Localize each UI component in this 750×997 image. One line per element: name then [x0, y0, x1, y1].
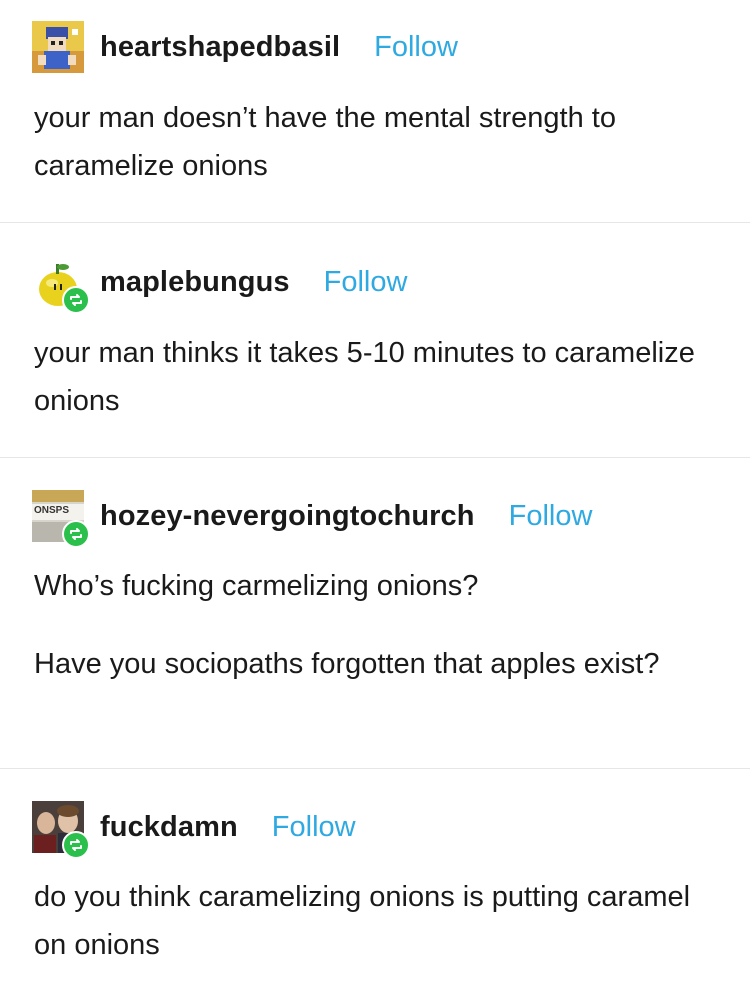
- follow-button[interactable]: Follow: [509, 500, 593, 533]
- post-username[interactable]: fuckdamn: [100, 811, 238, 844]
- post-username[interactable]: maplebungus: [100, 266, 290, 299]
- avatar-sign-text: ONSPS: [34, 505, 70, 516]
- photo-avatar-icon[interactable]: [32, 801, 90, 859]
- follow-button[interactable]: Follow: [374, 31, 458, 64]
- post-header: ONSPS hozey-nevergoingtochurch Follow: [32, 490, 593, 548]
- post-username[interactable]: heartshapedbasil: [100, 31, 340, 64]
- post-text: Who’s fucking carmelizing onions?: [34, 570, 479, 602]
- post-divider: [0, 768, 750, 769]
- post-text: Have you sociopaths forgotten that apple…: [34, 648, 660, 680]
- post-text: your man thinks it takes 5-10 minutes to…: [34, 337, 695, 417]
- sign-photo-avatar-icon[interactable]: ONSPS: [32, 490, 90, 548]
- post-text: do you think caramelizing onions is putt…: [34, 881, 691, 961]
- follow-button[interactable]: Follow: [272, 811, 356, 844]
- reblog-icon: [62, 831, 90, 859]
- post-divider: [0, 457, 750, 458]
- pixel-art-avatar-icon[interactable]: [32, 21, 84, 73]
- post-divider: [0, 222, 750, 223]
- reblog-icon: [62, 286, 90, 314]
- reblog-icon: [62, 520, 90, 548]
- post-header: fuckdamn Follow: [32, 801, 356, 859]
- post-header: heartshapedbasil Follow: [32, 21, 458, 73]
- follow-button[interactable]: Follow: [324, 266, 408, 299]
- post-text: your man doesn’t have the mental strengt…: [34, 102, 616, 182]
- post-header: maplebungus Follow: [32, 256, 408, 314]
- lemon-avatar-icon[interactable]: [32, 256, 90, 314]
- post-username[interactable]: hozey-nevergoingtochurch: [100, 500, 475, 533]
